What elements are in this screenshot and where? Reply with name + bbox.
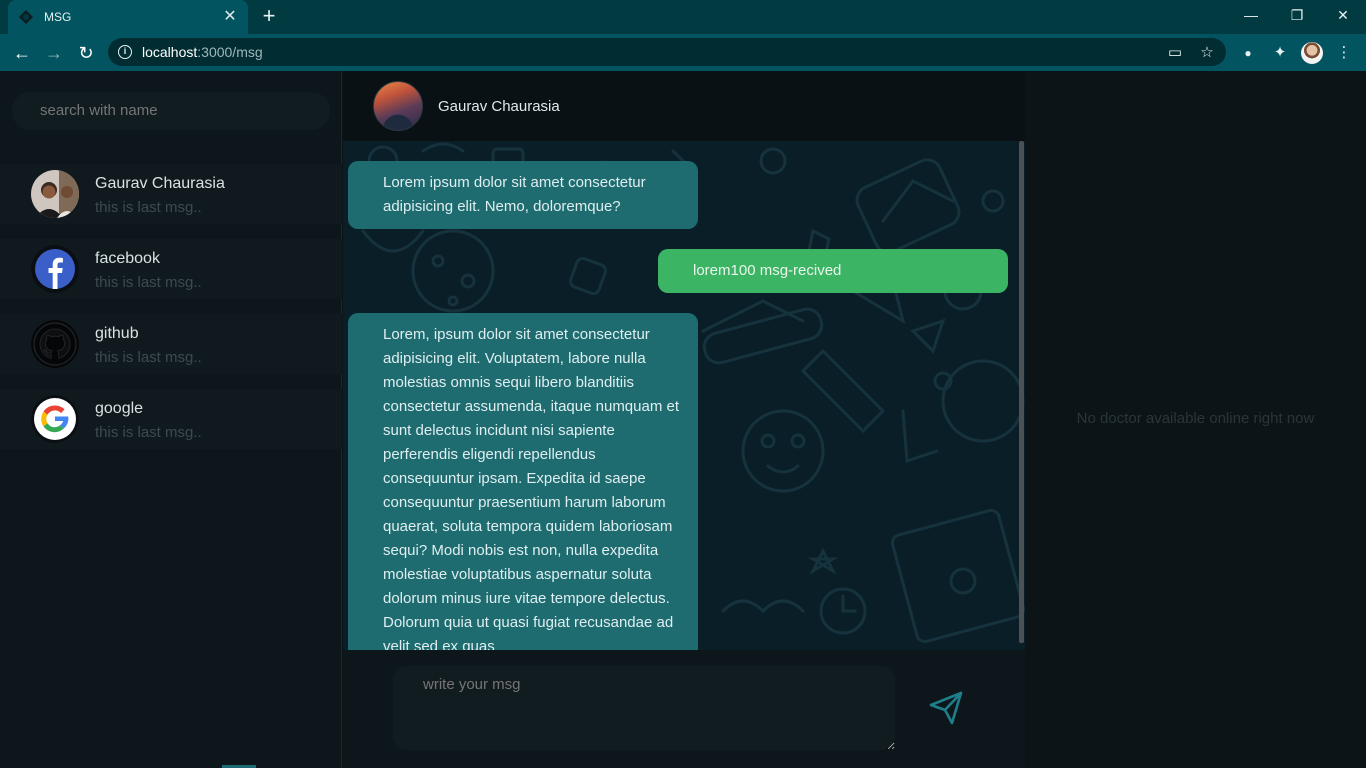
contact-name: Gaurav Chaurasia [95, 175, 225, 192]
avatar [31, 395, 79, 443]
doctor-panel: No doctor available online right now [1025, 71, 1366, 768]
message-input[interactable] [393, 666, 895, 750]
contact-item[interactable]: github this is last msg.. [0, 314, 342, 374]
tab-title: MSG [44, 10, 72, 24]
extension-icon[interactable]: ● [1238, 43, 1258, 63]
minimize-icon[interactable]: — [1228, 0, 1274, 30]
message-composer [343, 650, 1025, 768]
avatar [31, 320, 79, 368]
tab-close-icon[interactable]: ✕ [222, 9, 238, 25]
send-icon[interactable] [928, 690, 964, 726]
contact-name: google [95, 400, 144, 417]
app-favicon-icon [19, 10, 33, 24]
browser-tab-strip: MSG ✕ + — ❐ ✕ [0, 0, 1366, 34]
chat-avatar[interactable] [373, 81, 423, 131]
restore-icon[interactable]: ❐ [1274, 0, 1320, 30]
message-list[interactable]: Lorem ipsum dolor sit amet consectetur a… [343, 141, 1025, 650]
browser-tab[interactable]: MSG ✕ [8, 0, 248, 34]
contact-name: github [95, 325, 139, 342]
url-host: localhost [142, 44, 198, 60]
outgoing-message: lorem100 msg-recived [658, 249, 1008, 293]
contact-item[interactable]: Gaurav Chaurasia this is last msg.. [0, 164, 342, 224]
contact-last-message: this is last msg.. [95, 424, 202, 441]
cast-icon[interactable]: ▭ [1166, 44, 1184, 62]
facebook-logo-icon [31, 245, 79, 293]
contacts-sidebar: Gaurav Chaurasia this is last msg.. face… [0, 71, 342, 768]
extensions-puzzle-icon[interactable]: ✦ [1270, 43, 1290, 63]
profile-avatar[interactable] [1301, 42, 1323, 64]
chat-panel: Gaurav Chaurasia Lorem ipsum dolor sit a… [343, 71, 1025, 768]
bookmark-star-icon[interactable]: ☆ [1198, 44, 1216, 62]
chat-header: Gaurav Chaurasia [343, 71, 1025, 141]
avatar [31, 245, 79, 293]
browser-toolbar: ← → ↻ i localhost:3000/msg ▭ ☆ ● ✦ ⋮ [0, 34, 1366, 71]
avatar [31, 170, 79, 218]
forward-arrow-icon[interactable]: → [42, 41, 66, 65]
contact-name: facebook [95, 250, 160, 267]
incoming-message: Lorem ipsum dolor sit amet consectetur a… [348, 161, 698, 229]
incoming-message: Lorem, ipsum dolor sit amet consectetur … [348, 313, 698, 650]
contact-item[interactable]: facebook this is last msg.. [0, 239, 342, 299]
github-logo-icon [31, 320, 79, 368]
contact-last-message: this is last msg.. [95, 199, 202, 216]
messaging-app: Gaurav Chaurasia this is last msg.. face… [0, 71, 1366, 768]
google-logo-icon [31, 395, 79, 443]
site-info-icon[interactable]: i [118, 45, 132, 59]
more-menu-icon[interactable]: ⋮ [1334, 43, 1354, 63]
contact-item[interactable]: google this is last msg.. [0, 389, 342, 449]
back-arrow-icon[interactable]: ← [10, 41, 34, 65]
search-input[interactable] [12, 92, 330, 130]
window-close-icon[interactable]: ✕ [1320, 0, 1366, 30]
chat-contact-name: Gaurav Chaurasia [438, 98, 560, 115]
message-scrollbar[interactable] [1019, 141, 1024, 643]
contact-last-message: this is last msg.. [95, 274, 202, 291]
empty-state-text: No doctor available online right now [1076, 410, 1315, 427]
contact-last-message: this is last msg.. [95, 349, 202, 366]
new-tab-button[interactable]: + [258, 5, 280, 28]
user-photo-icon [31, 170, 79, 218]
address-bar[interactable]: i localhost:3000/msg ▭ ☆ [108, 38, 1226, 66]
reload-icon[interactable]: ↻ [74, 41, 98, 65]
url-path: :3000/msg [197, 44, 263, 60]
